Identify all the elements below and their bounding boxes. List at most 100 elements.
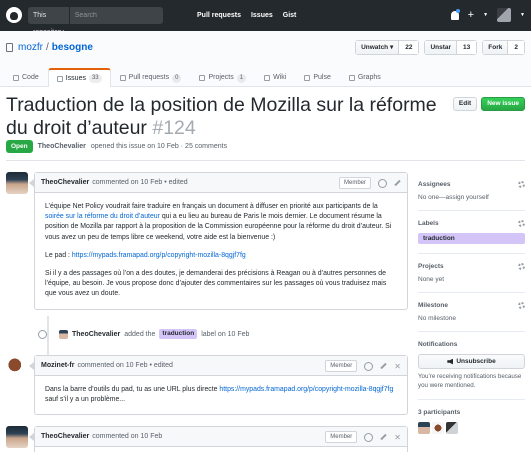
comment-body: L’équipe Net Policy voudrait faire tradu…: [35, 193, 407, 309]
edit-pencil-icon[interactable]: [380, 433, 387, 441]
close-icon[interactable]: ✕: [394, 362, 401, 371]
repo-tabs: Code Issues 33 Pull requests 0 Projects …: [4, 68, 390, 87]
avatar[interactable]: [418, 422, 430, 434]
watch-button-label[interactable]: Unwatch ▾: [356, 41, 400, 54]
event-text: label on 10 Feb: [201, 330, 250, 338]
star-button-label[interactable]: Unstar: [425, 41, 458, 54]
avatar[interactable]: [446, 422, 458, 434]
edit-title-button[interactable]: Edit: [452, 97, 478, 111]
role-badge: Member: [338, 177, 371, 189]
tab-wiki[interactable]: Wiki: [255, 68, 295, 87]
breadcrumb-separator: /: [46, 42, 49, 53]
tab-label: Wiki: [273, 74, 287, 81]
tab-code[interactable]: Code: [4, 68, 48, 87]
issues-counter: 33: [88, 74, 102, 83]
repo-owner-link[interactable]: mozfr: [18, 42, 43, 53]
repo-header: mozfr / besogne Unwatch ▾ 22 Unstar 13 F…: [0, 31, 531, 87]
repo-actions: Unwatch ▾ 22 Unstar 13 Fork 2: [355, 40, 525, 55]
add-reaction-icon[interactable]: [378, 178, 387, 188]
tab-pull-requests[interactable]: Pull requests 0: [111, 68, 191, 87]
nav-issues[interactable]: Issues: [251, 12, 273, 19]
fork-button[interactable]: Fork 2: [482, 40, 525, 55]
event-text: added the: [124, 330, 156, 338]
gear-icon[interactable]: [518, 181, 525, 188]
sidebar-labels: Labels traduction: [418, 211, 525, 254]
tab-pulse[interactable]: Pulse: [295, 68, 340, 87]
avatar[interactable]: [59, 329, 68, 339]
user-avatar[interactable]: [497, 8, 512, 22]
notifications-bell-icon[interactable]: [450, 8, 460, 20]
sidebar-notifications: Notifications Unsubscribe You’re receivi…: [418, 332, 525, 400]
comment-paragraph: Si il y a des passages où l’on a des dou…: [45, 270, 387, 298]
avatar[interactable]: [6, 426, 28, 448]
issue-number: #124: [152, 117, 196, 139]
fork-button-label[interactable]: Fork: [483, 41, 509, 54]
chevron-down-icon[interactable]: ▼: [483, 12, 488, 18]
search-scope-label: This repository: [28, 7, 70, 36]
event-link[interactable]: soirée sur la réforme du droit d’auteur: [45, 213, 160, 220]
watchers-count[interactable]: 22: [399, 41, 419, 54]
stars-count[interactable]: 13: [457, 41, 477, 54]
sidebar-heading: Projects: [418, 263, 444, 270]
forks-count[interactable]: 2: [508, 41, 524, 54]
comment-meta[interactable]: commented on 10 Feb • edited: [77, 362, 172, 369]
issue-icon: [56, 75, 63, 82]
avatar[interactable]: [6, 172, 28, 194]
comment-author-link[interactable]: TheoChevalier: [41, 433, 89, 440]
add-reaction-icon[interactable]: [364, 432, 374, 442]
avatar[interactable]: [6, 355, 28, 377]
avatar[interactable]: [432, 422, 444, 434]
assignees-value[interactable]: No one—assign yourself: [418, 194, 525, 201]
event-actor-link[interactable]: TheoChevalier: [72, 331, 120, 338]
comment-author-link[interactable]: TheoChevalier: [41, 179, 89, 186]
code-icon: [13, 75, 19, 81]
nav-gist[interactable]: Gist: [283, 12, 297, 19]
header-search[interactable]: This repository: [28, 7, 166, 36]
create-new-plus-icon[interactable]: +: [468, 9, 474, 21]
tab-graphs[interactable]: Graphs: [340, 68, 390, 87]
issue-author-link[interactable]: TheoChevalier: [38, 143, 86, 150]
sidebar-heading: Notifications: [418, 341, 458, 348]
tab-label: Code: [22, 74, 39, 81]
chevron-down-icon[interactable]: ▼: [520, 12, 525, 18]
tab-projects[interactable]: Projects 1: [190, 68, 255, 87]
label-chip[interactable]: traduction: [159, 329, 198, 339]
sidebar-heading: Assignees: [418, 181, 451, 188]
star-button[interactable]: Unstar 13: [424, 40, 478, 55]
milestone-value: No milestone: [418, 315, 456, 322]
comment-meta[interactable]: commented on 10 Feb • edited: [92, 179, 187, 186]
header-nav: Pull requests Issues Gist: [197, 0, 296, 31]
comment-header: TheoChevalier commented on 10 Feb Member…: [29, 427, 407, 447]
comment-paragraph: Le pad : https://mypads.framapad.org/p/c…: [45, 251, 246, 259]
pull-requests-counter: 0: [172, 73, 182, 83]
add-reaction-icon[interactable]: [364, 361, 374, 371]
comment-author-link[interactable]: Mozinet-fr: [41, 362, 74, 369]
edit-pencil-icon[interactable]: [394, 179, 401, 187]
repo-name-link[interactable]: besogne: [52, 42, 93, 53]
github-logo-icon[interactable]: [6, 7, 22, 23]
gear-icon[interactable]: [518, 220, 525, 227]
tab-issues[interactable]: Issues 33: [47, 68, 111, 87]
tag-icon: [38, 329, 47, 339]
comment-meta[interactable]: commented on 10 Feb: [92, 433, 162, 440]
role-badge: Member: [325, 431, 358, 443]
pad-link[interactable]: https://mypads.framapad.org/p/copyright-…: [72, 252, 246, 259]
issue-state-badge: Open: [6, 140, 33, 153]
edit-pencil-icon[interactable]: [380, 362, 387, 370]
label-event: TheoChevalier added the traduction label…: [38, 329, 249, 339]
watch-button[interactable]: Unwatch ▾ 22: [355, 40, 420, 55]
sidebar-projects: Projects None yet: [418, 254, 525, 293]
search-input[interactable]: [69, 7, 166, 24]
gear-icon[interactable]: [518, 263, 525, 270]
unsubscribe-label: Unsubscribe: [456, 358, 496, 365]
label-chip[interactable]: traduction: [418, 233, 525, 244]
projects-value: None yet: [418, 276, 445, 283]
gear-icon[interactable]: [518, 302, 525, 309]
close-icon[interactable]: ✕: [394, 433, 401, 442]
unsubscribe-button[interactable]: Unsubscribe: [418, 354, 525, 369]
tab-label: Pulse: [313, 74, 331, 81]
new-issue-button[interactable]: New issue: [481, 97, 525, 111]
comment-body: Dans la barre d’outils du pad, tu as une…: [35, 376, 407, 414]
pad-link[interactable]: https://mypads.framapad.org/p/copyright-…: [219, 386, 393, 393]
nav-pull-requests[interactable]: Pull requests: [197, 12, 241, 19]
